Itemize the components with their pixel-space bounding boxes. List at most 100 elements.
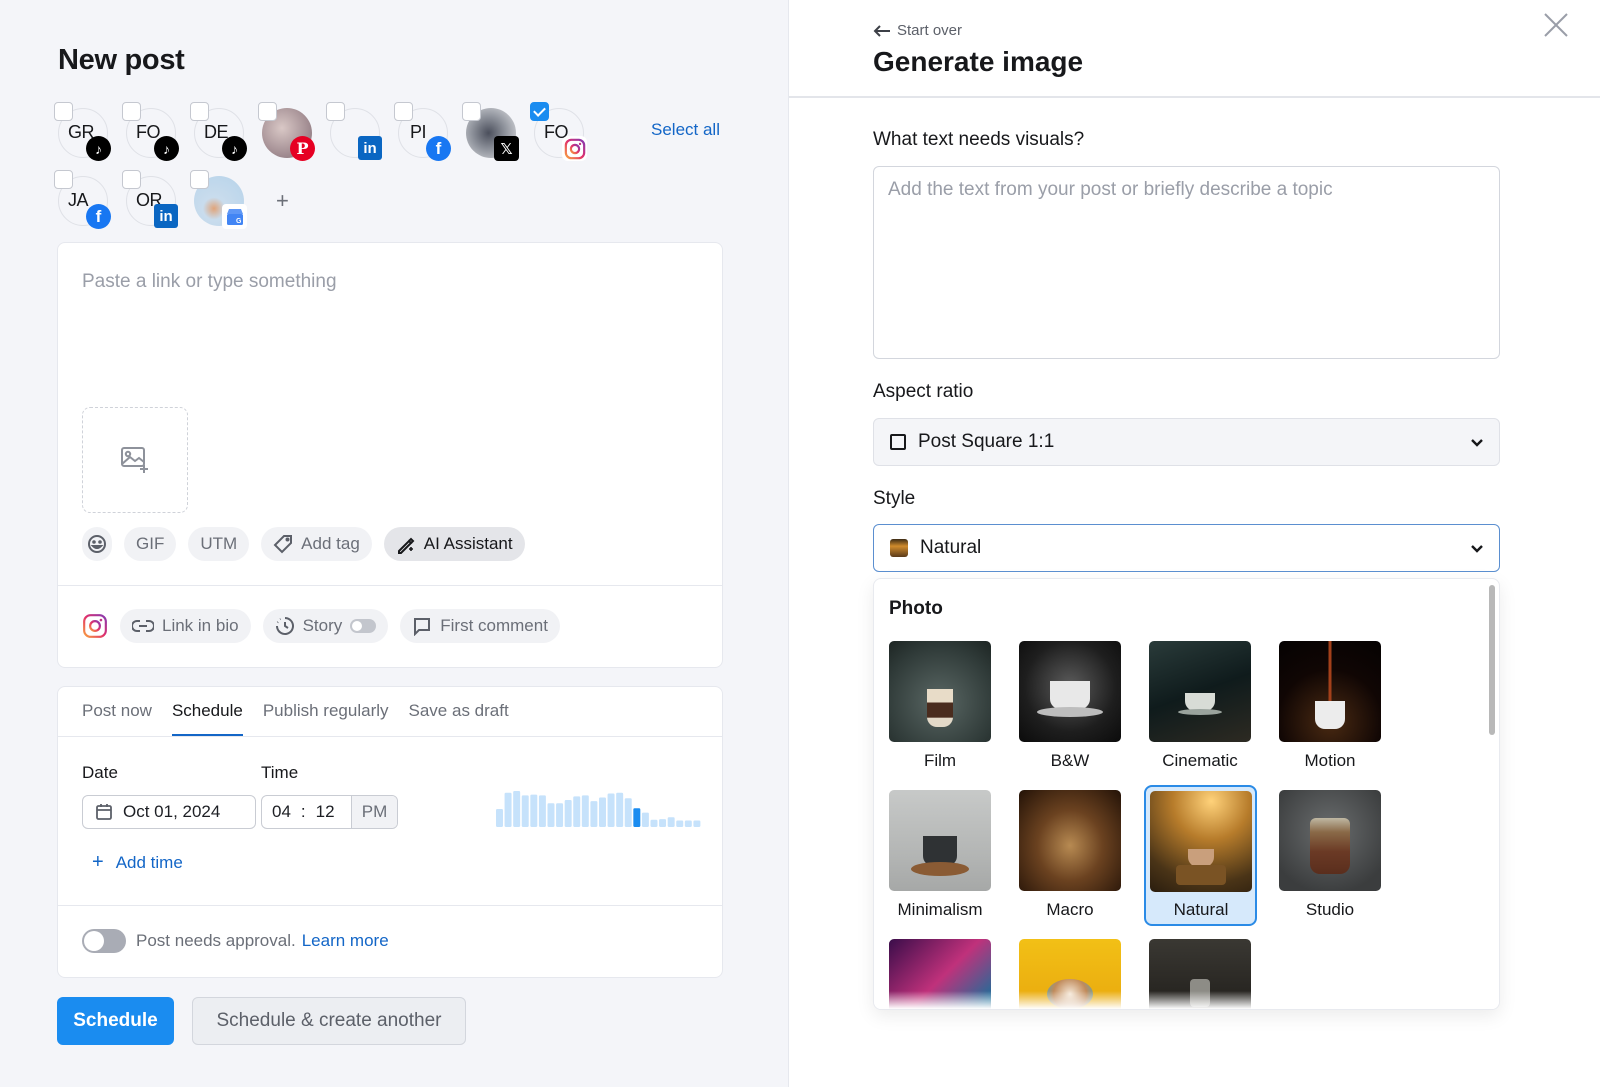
schedule-button[interactable]: Schedule — [57, 997, 174, 1045]
profile-linkedin[interactable]: in — [326, 102, 382, 160]
profile-de-tiktok[interactable]: DE ♪ — [190, 102, 247, 161]
style-option-bw[interactable]: B&W — [1019, 641, 1132, 782]
style-name: B&W — [1050, 751, 1090, 770]
hour-input[interactable]: 04 — [272, 802, 291, 822]
generate-image-panel: Start over Generate image What text need… — [788, 0, 1600, 1087]
profile-checkbox[interactable] — [122, 170, 141, 189]
divider — [58, 736, 722, 737]
chart-bar — [624, 798, 632, 827]
style-thumbnail — [1150, 791, 1252, 892]
profile-checkbox[interactable] — [326, 102, 345, 121]
style-thumbnail — [1149, 641, 1251, 742]
first-comment-button[interactable]: First comment — [400, 609, 560, 643]
utm-button[interactable]: UTM — [188, 527, 250, 561]
start-over-link[interactable]: Start over — [873, 22, 962, 39]
emoji-button[interactable] — [82, 527, 112, 561]
profile-or-linkedin[interactable]: OR in — [122, 170, 178, 228]
style-thumbnail — [889, 641, 991, 742]
profile-checkbox[interactable] — [394, 102, 413, 121]
add-tag-button[interactable]: Add tag — [261, 527, 372, 561]
chart-bar — [641, 812, 649, 827]
story-clock-icon — [275, 617, 294, 635]
aspect-ratio-select[interactable]: Post Square 1:1 — [873, 418, 1500, 466]
facebook-icon: f — [426, 136, 451, 161]
style-option-minimalism[interactable]: Minimalism — [889, 790, 1002, 931]
style-option-motion[interactable]: Motion — [1279, 641, 1392, 782]
learn-more-link[interactable]: Learn more — [302, 931, 389, 951]
profile-pinterest[interactable]: P — [258, 102, 315, 161]
tab-schedule[interactable]: Schedule — [171, 687, 243, 737]
profile-pi-facebook[interactable]: PI f — [394, 102, 451, 161]
style-option-cinematic[interactable]: Cinematic — [1149, 641, 1262, 782]
tab-save-as-draft[interactable]: Save as draft — [409, 687, 509, 737]
chart-bar — [504, 792, 512, 827]
style-option-studio[interactable]: Studio — [1279, 790, 1392, 931]
schedule-and-create-another-button[interactable]: Schedule & create another — [192, 997, 466, 1045]
chart-bar — [684, 820, 692, 827]
avatar-initials: JA — [68, 190, 89, 210]
gif-button[interactable]: GIF — [124, 527, 177, 561]
tab-post-now[interactable]: Post now — [82, 687, 152, 737]
instagram-options: Link in bio Story First comment — [82, 609, 560, 643]
prompt-textarea[interactable]: Add the text from your post or briefly d… — [873, 166, 1500, 359]
magic-pen-icon — [397, 537, 415, 554]
profile-gr-tiktok[interactable]: GR ♪ — [54, 102, 111, 161]
time-picker[interactable]: 04 : 12 PM — [261, 795, 398, 829]
x-icon: 𝕏 — [494, 136, 519, 161]
profile-x[interactable]: 𝕏 — [462, 102, 519, 161]
utm-label: UTM — [200, 534, 238, 553]
add-profile-button[interactable]: + — [276, 188, 289, 214]
style-thumbnail — [1019, 641, 1121, 742]
profile-checkbox[interactable] — [462, 102, 481, 121]
minute-input[interactable]: 12 — [316, 802, 335, 822]
chart-bar — [547, 803, 555, 827]
date-picker[interactable]: Oct 01, 2024 — [82, 795, 256, 829]
meridiem-toggle[interactable]: PM — [351, 796, 397, 828]
profile-checkbox[interactable] — [258, 102, 277, 121]
best-time-chart — [496, 791, 701, 827]
date-value: Oct 01, 2024 — [123, 802, 221, 821]
dropdown-scrollbar[interactable] — [1489, 585, 1495, 735]
select-all-link[interactable]: Select all — [651, 120, 720, 140]
profile-checkbox[interactable] — [190, 102, 209, 121]
profile-checkbox[interactable] — [190, 170, 209, 189]
link-in-bio-button[interactable]: Link in bio — [120, 609, 251, 643]
ai-assistant-button[interactable]: AI Assistant — [383, 527, 525, 561]
profile-google-business[interactable]: G — [190, 170, 247, 229]
first-comment-label: First comment — [440, 616, 548, 635]
divider — [58, 585, 722, 586]
chart-bar — [564, 800, 572, 827]
tab-publish-regularly[interactable]: Publish regularly — [263, 687, 389, 737]
close-icon[interactable] — [1541, 10, 1571, 40]
style-option-natural[interactable]: Natural — [1144, 785, 1257, 926]
style-select[interactable]: Natural — [873, 524, 1500, 572]
style-label: Style — [873, 488, 916, 509]
profile-checkbox[interactable] — [54, 102, 73, 121]
chart-bar — [676, 820, 684, 827]
chart-bar — [607, 793, 615, 827]
story-toggle[interactable] — [350, 619, 377, 633]
linkedin-icon: in — [154, 204, 178, 228]
profile-fo-instagram[interactable]: FO — [530, 102, 587, 161]
story-option[interactable]: Story — [262, 609, 389, 643]
publish-tabs: Post now Schedule Publish regularly Save… — [82, 687, 509, 737]
style-option-macro[interactable]: Macro — [1019, 790, 1132, 931]
style-name: Natural — [1173, 900, 1229, 919]
chart-bar — [538, 795, 546, 827]
profile-checkbox-checked[interactable] — [530, 102, 549, 121]
style-thumbnail — [1279, 790, 1381, 891]
add-time-button[interactable]: + Add time — [92, 851, 183, 874]
profile-fo-tiktok[interactable]: FO ♪ — [122, 102, 179, 161]
post-text-input[interactable]: Paste a link or type something — [82, 271, 337, 293]
style-name: Macro — [1046, 900, 1094, 919]
profile-ja-facebook[interactable]: JA f — [54, 170, 111, 229]
approval-toggle[interactable] — [82, 929, 126, 953]
chart-bar — [616, 792, 624, 827]
style-option-film[interactable]: Film — [889, 641, 1002, 782]
tag-icon — [273, 535, 293, 554]
profile-checkbox[interactable] — [122, 102, 141, 121]
style-name: Studio — [1305, 900, 1355, 919]
profile-checkbox[interactable] — [54, 170, 73, 189]
start-over-label: Start over — [897, 22, 963, 39]
media-upload-dropzone[interactable] — [82, 407, 188, 513]
